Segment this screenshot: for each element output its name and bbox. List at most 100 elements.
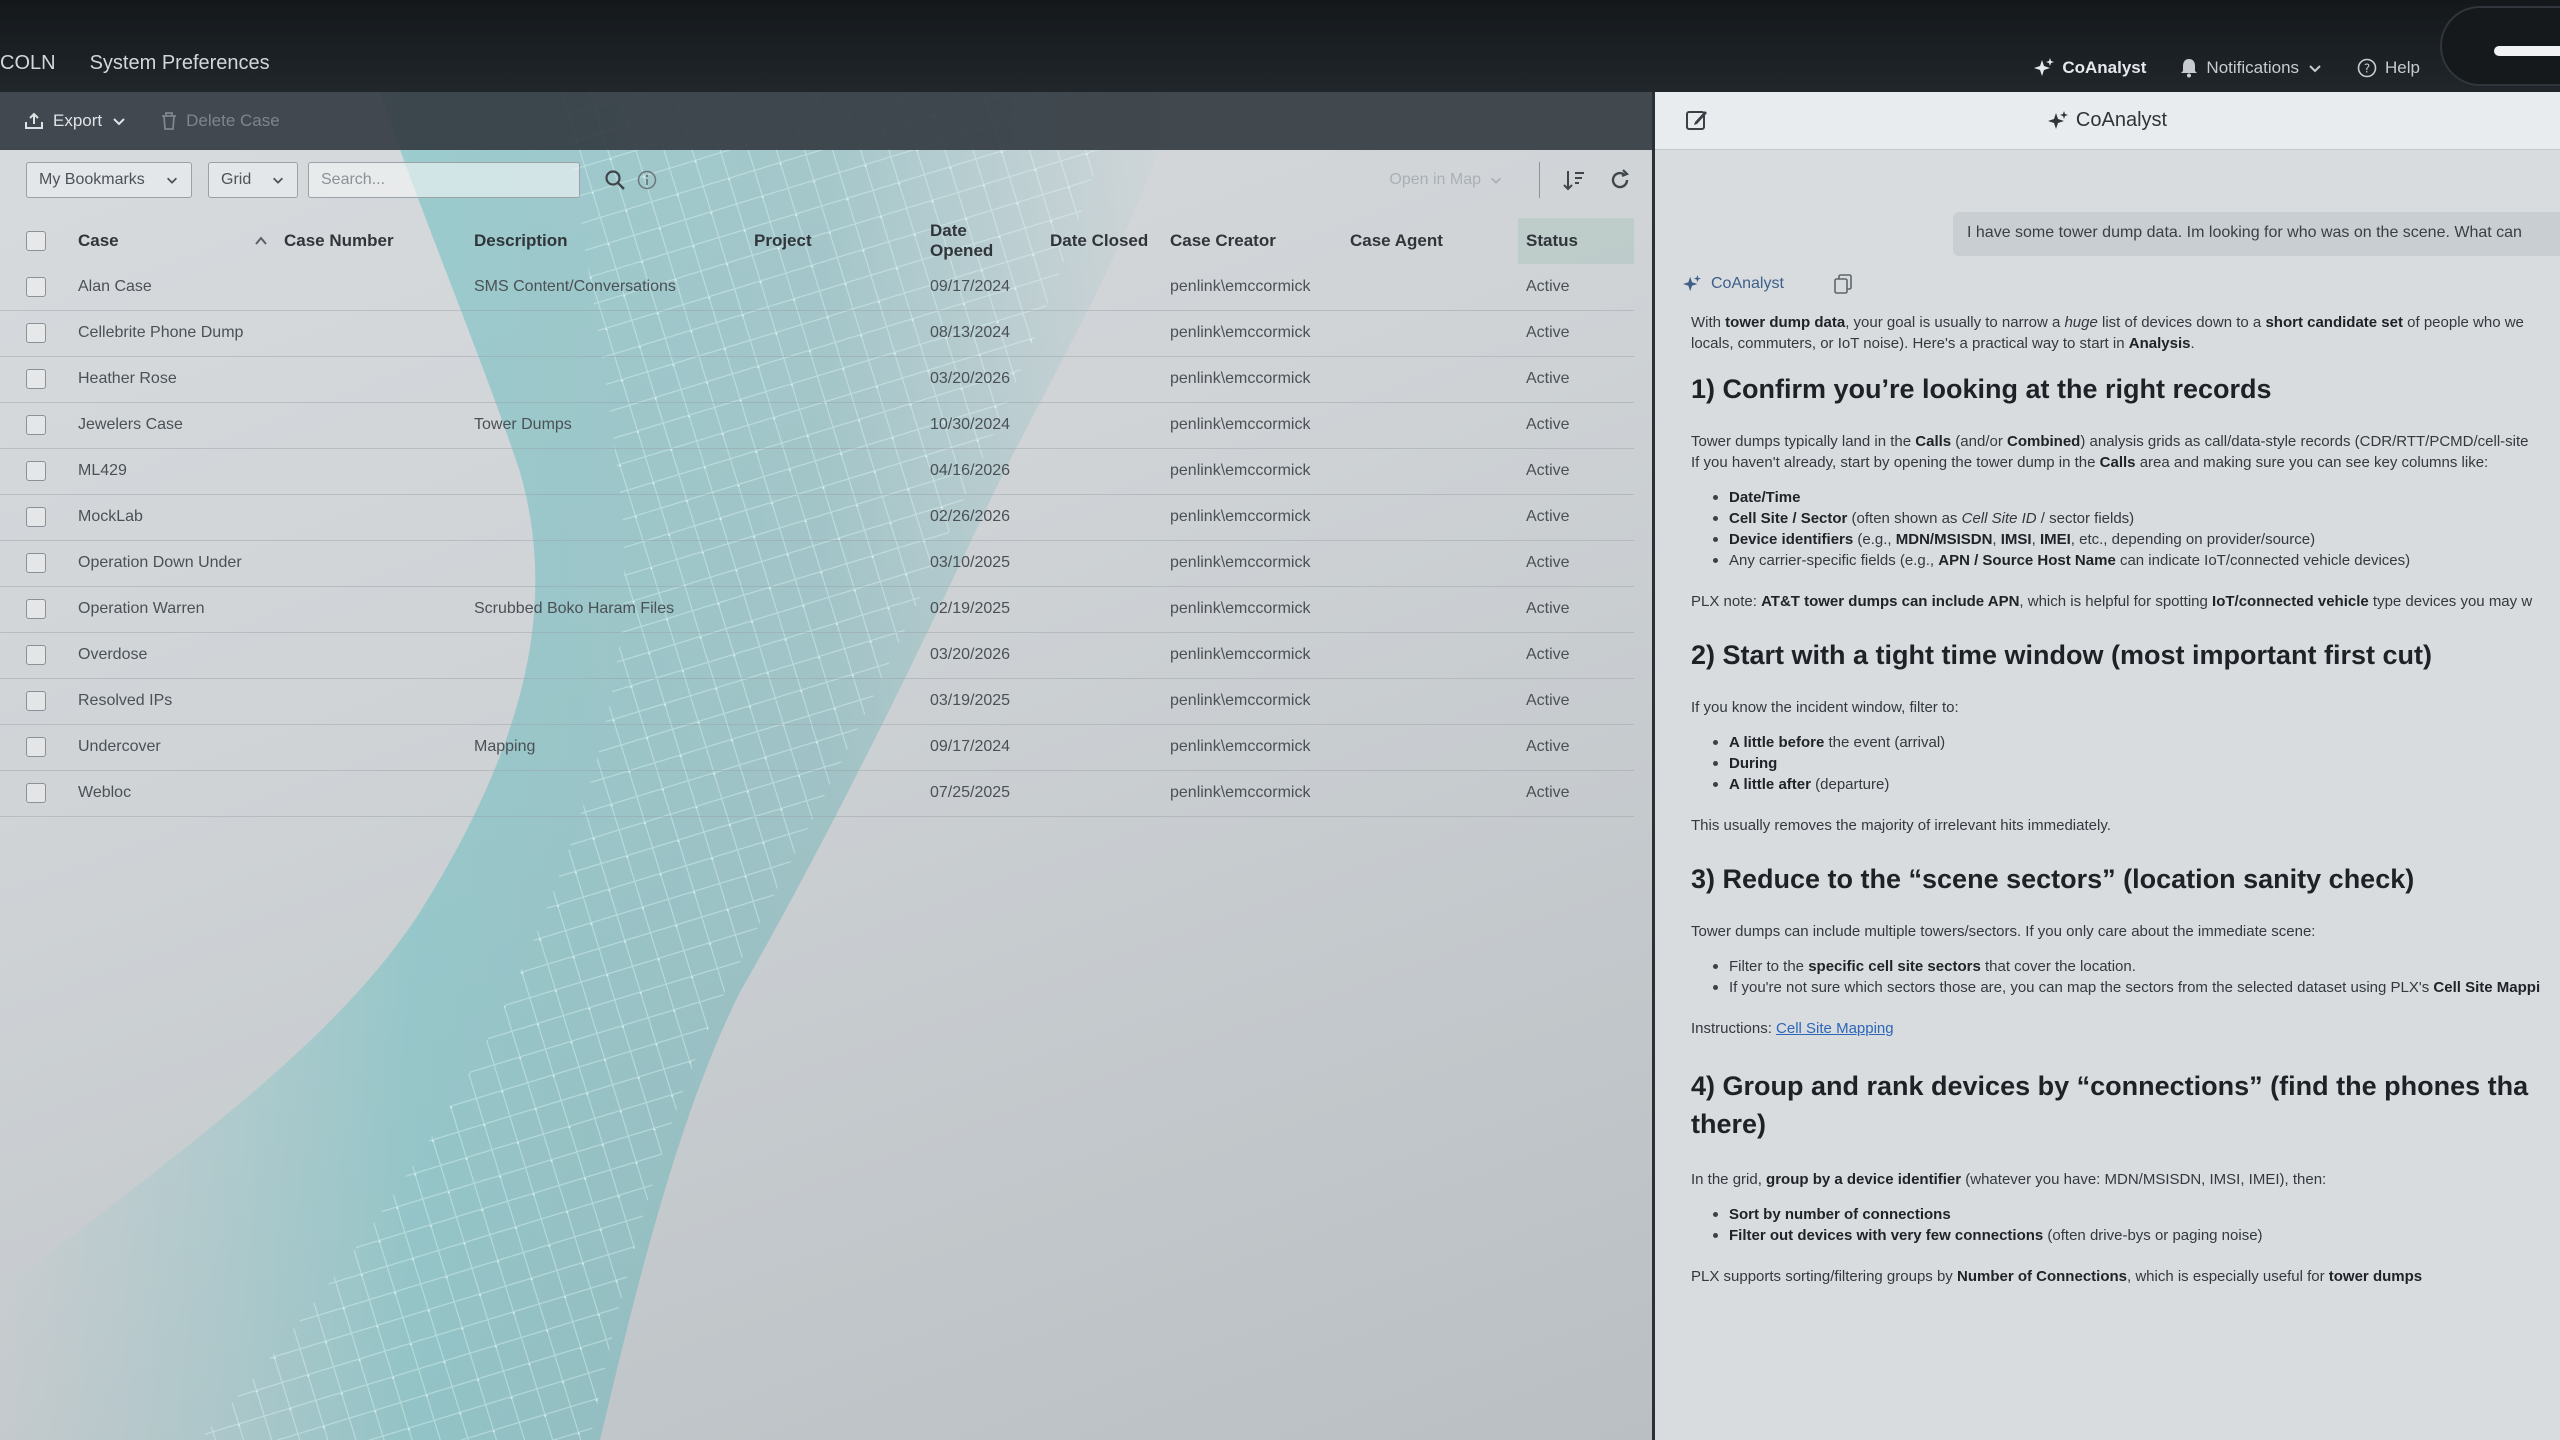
coanalyst-button[interactable]: CoAnalyst	[2034, 58, 2146, 78]
search-icon[interactable]	[604, 169, 626, 191]
row-checkbox[interactable]	[26, 553, 46, 573]
window-control-pill[interactable]	[2440, 6, 2560, 86]
table-row[interactable]: Resolved IPs 03/19/2025 penlink\emccormick…	[0, 678, 1634, 725]
description-cell	[466, 494, 746, 541]
table-row[interactable]: Cellebrite Phone Dump 08/13/2024 penlink\e…	[0, 310, 1634, 357]
status-cell: Active	[1518, 356, 1634, 403]
open-in-map-button[interactable]: Open in Map	[1389, 171, 1503, 189]
row-checkbox[interactable]	[26, 599, 46, 619]
help-button[interactable]: ? Help	[2357, 58, 2420, 78]
case-number-cell	[276, 540, 466, 587]
column-header-case-agent[interactable]: Case Agent	[1342, 218, 1518, 264]
date-closed-cell	[1042, 494, 1162, 541]
refresh-icon[interactable]	[1608, 168, 1632, 192]
view-dropdown[interactable]: Grid	[208, 162, 298, 198]
case-number-cell	[276, 494, 466, 541]
row-checkbox[interactable]	[26, 369, 46, 389]
description-cell	[466, 540, 746, 587]
column-header-project[interactable]: Project	[746, 218, 922, 264]
row-checkbox[interactable]	[26, 507, 46, 527]
case-agent-cell	[1342, 356, 1518, 403]
case-number-cell	[276, 678, 466, 725]
menu-item-coln[interactable]: COLN	[0, 52, 56, 75]
table-row[interactable]: ML429 04/16/2026 penlink\emccormick Active	[0, 448, 1634, 495]
case-creator-cell: penlink\emccormick	[1162, 402, 1342, 449]
table-row[interactable]: Undercover Mapping 09/17/2024 penlink\emcco…	[0, 724, 1634, 771]
description-cell: SMS Content/Conversations	[466, 264, 746, 311]
case-list-pane: Export Delete Case My Bookmarks Grid Ope…	[0, 92, 1652, 1440]
row-checkbox-cell	[0, 494, 70, 541]
date-opened-cell: 10/30/2024	[922, 402, 1042, 449]
case-agent-cell	[1342, 540, 1518, 587]
row-checkbox[interactable]	[26, 783, 46, 803]
export-button[interactable]: Export	[24, 111, 127, 131]
column-header-description[interactable]: Description	[466, 218, 746, 264]
table-row[interactable]: Webloc 07/25/2025 penlink\emccormick Active	[0, 770, 1634, 817]
row-checkbox[interactable]	[26, 461, 46, 481]
project-cell	[746, 356, 922, 403]
row-checkbox[interactable]	[26, 276, 46, 297]
help-icon: ?	[2357, 58, 2377, 78]
new-chat-icon[interactable]	[1685, 108, 1709, 132]
table-row[interactable]: Overdose 03/20/2026 penlink\emccormick Acti…	[0, 632, 1634, 679]
sort-ascending-icon	[255, 236, 267, 245]
table-row[interactable]: Operation Down Under 03/10/2025 penlink\em…	[0, 540, 1634, 587]
table-row[interactable]: Alan Case SMS Content/Conversations 09/17/…	[0, 264, 1634, 311]
row-checkbox[interactable]	[26, 323, 46, 343]
table-row[interactable]: Operation Warren Scrubbed Boko Haram File…	[0, 586, 1634, 633]
case-agent-cell	[1342, 448, 1518, 495]
case-name-cell: Webloc	[70, 770, 276, 817]
table-row[interactable]: Heather Rose 03/20/2026 penlink\emccormick…	[0, 356, 1634, 403]
column-header-status[interactable]: Status	[1518, 218, 1634, 264]
date-closed-cell	[1042, 264, 1162, 311]
row-checkbox[interactable]	[26, 645, 46, 665]
section-3-paragraph: Tower dumps can include multiple towers/…	[1691, 923, 2316, 940]
row-checkbox-cell	[0, 770, 70, 817]
column-header-date-opened[interactable]: Date Opened	[922, 218, 1042, 264]
description-cell: Scrubbed Boko Haram Files	[466, 586, 746, 633]
column-header-case-number[interactable]: Case Number	[276, 218, 466, 264]
notifications-label: Notifications	[2206, 58, 2300, 77]
select-all-checkbox[interactable]	[26, 231, 46, 252]
date-closed-cell	[1042, 448, 1162, 495]
description-cell	[466, 448, 746, 495]
user-message-bubble: I have some tower dump data. Im looking …	[1953, 212, 2560, 256]
column-header-date-closed[interactable]: Date Closed	[1042, 218, 1162, 264]
coanalyst-panel-header: CoAnalyst	[1655, 92, 2560, 150]
chevron-down-icon	[273, 177, 283, 184]
row-checkbox[interactable]	[26, 691, 46, 711]
date-closed-cell	[1042, 356, 1162, 403]
table-row[interactable]: MockLab 02/26/2026 penlink\emccormick Activ…	[0, 494, 1634, 541]
cell-site-mapping-link[interactable]: Cell Site Mapping	[1776, 1020, 1894, 1037]
description-cell	[466, 356, 746, 403]
column-header-case-creator[interactable]: Case Creator	[1162, 218, 1342, 264]
section-4-note: PLX supports sorting/filtering groups by…	[1691, 1268, 2423, 1285]
row-checkbox[interactable]	[26, 415, 46, 435]
delete-case-button[interactable]: Delete Case	[161, 111, 280, 131]
coanalyst-label: CoAnalyst	[2062, 58, 2147, 77]
open-in-map-label: Open in Map	[1389, 171, 1481, 188]
date-opened-cell: 04/16/2026	[922, 448, 1042, 495]
copy-icon[interactable]	[1834, 274, 1852, 294]
row-checkbox-cell	[0, 402, 70, 449]
case-agent-cell	[1342, 632, 1518, 679]
export-label: Export	[53, 111, 103, 130]
intro-paragraph: With tower dump data, your goal is usual…	[1691, 314, 2524, 352]
column-header-case[interactable]: Case	[70, 218, 276, 264]
case-creator-cell: penlink\emccormick	[1162, 586, 1342, 633]
row-checkbox[interactable]	[26, 737, 46, 757]
list-item: If you're not sure which sectors those a…	[1713, 977, 2560, 998]
plx-note: PLX note: AT&T tower dumps can include A…	[1691, 593, 2533, 610]
chevron-down-icon	[2309, 65, 2321, 73]
notifications-button[interactable]: Notifications	[2180, 58, 2323, 78]
table-row[interactable]: Jewelers Case Tower Dumps 10/30/2024 penlin…	[0, 402, 1634, 449]
menu-item-system-preferences[interactable]: System Preferences	[90, 52, 270, 75]
case-agent-cell	[1342, 402, 1518, 449]
info-icon[interactable]	[636, 169, 658, 191]
search-input[interactable]	[308, 162, 580, 198]
bookmarks-dropdown[interactable]: My Bookmarks	[26, 162, 192, 198]
case-number-cell	[276, 770, 466, 817]
date-opened-cell: 03/20/2026	[922, 356, 1042, 403]
sort-icon[interactable]	[1562, 169, 1586, 191]
sparkle-icon	[1683, 275, 1701, 292]
